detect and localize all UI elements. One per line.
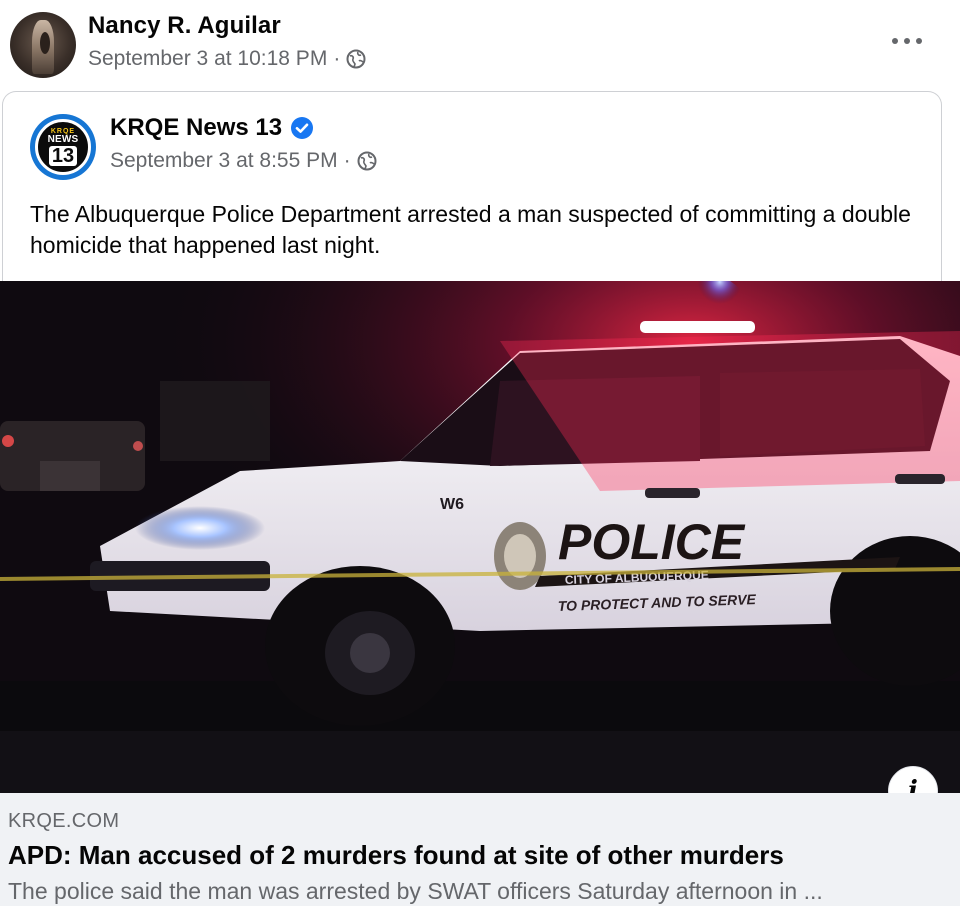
link-title[interactable]: APD: Man accused of 2 murders found at s… [8, 840, 784, 871]
post-timestamp[interactable]: September 3 at 10:18 PM [88, 47, 327, 71]
verified-badge-icon [291, 117, 314, 139]
more-dot [916, 38, 922, 44]
link-domain: KRQE.COM [8, 810, 120, 832]
globe-icon[interactable] [346, 49, 366, 69]
shared-page-name-row: KRQE News 13 [110, 114, 314, 142]
link-preview-image[interactable]: W6 POLICE CITY OF ALBUQUERQUE TO PROTECT… [0, 281, 960, 793]
link-description: The police said the man was arrested by … [8, 878, 823, 904]
more-options-icon[interactable] [892, 32, 922, 50]
facebook-post: Nancy R. Aguilar September 3 at 10:18 PM… [0, 0, 960, 906]
shared-post-meta: September 3 at 8:55 PM · [110, 149, 377, 173]
author-avatar[interactable] [10, 12, 76, 78]
author-name[interactable]: Nancy R. Aguilar [88, 12, 281, 40]
more-dot [904, 38, 910, 44]
meta-separator: · [333, 47, 341, 70]
shared-post-timestamp[interactable]: September 3 at 8:55 PM [110, 149, 338, 173]
krqe-logo-mark: KRQE NEWS 13 [35, 119, 91, 175]
meta-separator: · [343, 149, 351, 172]
shared-page-name[interactable]: KRQE News 13 [110, 114, 282, 142]
shared-post-text: The Albuquerque Police Department arrest… [30, 201, 911, 258]
page-avatar-logo[interactable]: KRQE NEWS 13 [30, 114, 96, 180]
globe-icon[interactable] [357, 151, 377, 171]
post-meta: September 3 at 10:18 PM · [88, 47, 366, 71]
vehicle-unit-text: W6 [440, 496, 464, 513]
logo-middle-text: NEWS [47, 134, 79, 145]
logo-bottom-text: 13 [48, 146, 78, 166]
police-car-photo: W6 POLICE CITY OF ALBUQUERQUE TO PROTECT… [0, 281, 960, 793]
vehicle-police-text: POLICE [558, 514, 746, 570]
more-dot [892, 38, 898, 44]
